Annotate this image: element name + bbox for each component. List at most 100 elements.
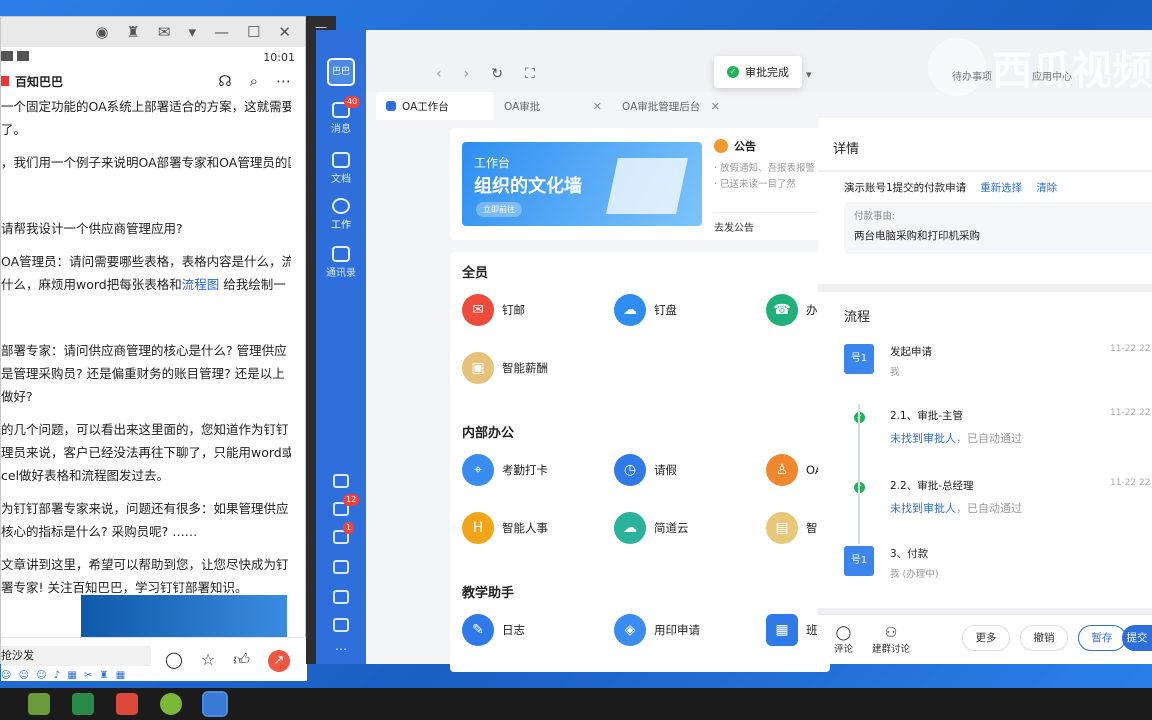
taskbar-app-icon[interactable] xyxy=(28,693,50,715)
minimize-button[interactable]: — xyxy=(214,23,229,41)
app-dingmail[interactable]: ✉ 钉邮 xyxy=(462,294,525,326)
app-journal[interactable]: ✎ 日志 xyxy=(462,614,525,646)
taskbar-app-icon[interactable] xyxy=(160,693,182,715)
article-paragraph: 做好? xyxy=(1,389,33,404)
location-icon: ⌖ xyxy=(462,454,494,486)
apps-icon[interactable] xyxy=(333,618,349,632)
account-logo-icon xyxy=(1,76,9,86)
tab-oa-approval-admin[interactable]: OA审批管理后台 ✕ xyxy=(612,92,730,120)
close-tab-icon[interactable]: ✕ xyxy=(593,100,602,113)
fullscreen-icon[interactable]: ⛶ xyxy=(525,66,535,82)
article-paragraph: 理员来说，客户已经没法再往下聊了，只能用word或 xyxy=(1,445,291,460)
publish-notice-link[interactable]: 去发公告 xyxy=(714,212,834,234)
like-icon[interactable]: 👍︎ xyxy=(233,650,250,672)
group-discussion-button[interactable]: ⚇ 建群讨论 xyxy=(872,625,910,655)
app-attendance[interactable]: ⌖ 考勤打卡 xyxy=(462,454,548,486)
dingtalk-window: 巴巴 消息 40 文档 工作 通讯录 12 1 ⋯ ‹ › ↻ ⛶ ✓ 审批完成 ▾… xyxy=(316,30,1152,672)
comment-input[interactable]: 抢沙发 xyxy=(1,646,151,666)
notice-item: · 放假通知、吾报表报警 xyxy=(714,163,816,174)
app-smart-hr[interactable]: H 智能人事 xyxy=(462,512,548,544)
more-button[interactable]: 更多 xyxy=(962,625,1010,651)
search-icon[interactable]: ⌕ xyxy=(250,72,258,90)
culture-wall-banner[interactable]: 工作台 组织的文化墙 立即前往 xyxy=(462,142,702,226)
user-avatar[interactable]: 巴巴 xyxy=(327,58,355,86)
app-label: 钉邮 xyxy=(502,303,525,317)
todo-icon[interactable]: 12 xyxy=(333,494,360,516)
more-icon[interactable]: ⋯ xyxy=(276,72,291,90)
sidebar-item-messages[interactable]: 消息 40 xyxy=(316,96,366,135)
step-time: 11-22 22 xyxy=(1110,478,1151,488)
section-title: 内部办公 xyxy=(462,426,515,441)
sidebar-item-docs[interactable]: 文档 xyxy=(316,152,366,185)
window-titlebar: ◉ ♜ ✉ ▾ — ☐ ✕ xyxy=(1,17,305,47)
section-title: 全员 xyxy=(462,266,489,281)
app-oa[interactable]: ♙ OA xyxy=(766,454,823,486)
taskbar-app-icon[interactable] xyxy=(116,693,138,715)
article-paragraph: cel做好表格和流程图发过去。 xyxy=(1,468,170,483)
close-tab-icon[interactable]: ✕ xyxy=(711,100,720,113)
submit-button[interactable]: 提交 xyxy=(1122,625,1152,651)
step-status: 未找到审批人，已自动通过 xyxy=(890,430,1022,446)
refresh-icon[interactable]: ↻ xyxy=(491,66,503,82)
app-icon xyxy=(17,50,29,61)
mail-icon[interactable]: ✉ xyxy=(158,23,171,41)
sidebar-item-contacts[interactable]: 通讯录 xyxy=(316,246,366,279)
maximize-button[interactable]: ☐ xyxy=(247,23,260,41)
request-info-card: 演示账号1提交的付款申请 重新选择 清除 付款事由: 两台电脑采购和打印机采购 xyxy=(818,172,1152,284)
user-icon[interactable]: ◉ xyxy=(95,23,108,41)
flowchart-link[interactable]: 流程图 xyxy=(182,277,220,292)
forward-icon[interactable]: › xyxy=(464,66,470,82)
star-icon[interactable]: ☆ xyxy=(201,650,215,672)
save-draft-button[interactable]: 暂存 xyxy=(1078,625,1126,651)
app-dingdisk[interactable]: ☁ 钉盘 xyxy=(614,294,677,326)
clear-link[interactable]: 清除 xyxy=(1036,180,1057,195)
org-dropdown-icon[interactable]: ▾ xyxy=(806,68,812,81)
back-icon[interactable]: ‹ xyxy=(436,66,442,82)
tab-oa-workbench[interactable]: OA工作台 xyxy=(376,92,494,120)
sidebar-item-work[interactable]: 工作 xyxy=(316,198,366,231)
reselect-link[interactable]: 重新选择 xyxy=(980,180,1022,195)
ding-icon[interactable]: 1 xyxy=(333,522,355,544)
emoji-toolbar[interactable]: ☺ ☺ ☺ ♪ ▦ ✂ ♜ ▦ xyxy=(1,670,127,681)
shirt-icon[interactable]: ♜ xyxy=(126,23,139,41)
approver-link[interactable]: 未找到审批人 xyxy=(890,502,956,515)
go-now-button[interactable]: 立即前往 xyxy=(476,202,522,217)
tab-label: OA审批 xyxy=(504,100,541,113)
share-icon[interactable]: ↗ xyxy=(267,650,290,672)
app-salary[interactable]: ▣ 智能薪酬 xyxy=(462,352,548,384)
todo-shortcut[interactable]: 待办事项 xyxy=(952,68,992,83)
approver-link[interactable]: 未找到审批人 xyxy=(890,432,956,445)
step-avatar: 号1 xyxy=(844,344,874,374)
add-group-icon: ⚇ xyxy=(884,625,898,641)
folder-icon: ▤ xyxy=(766,512,798,544)
todo-badge: 12 xyxy=(343,494,360,506)
app-center-shortcut[interactable]: 应用中心 xyxy=(1032,68,1072,83)
dropdown-icon[interactable]: ▾ xyxy=(188,23,196,41)
left-sidebar: 巴巴 消息 40 文档 工作 通讯录 12 1 ⋯ xyxy=(316,30,366,664)
close-button[interactable]: ✕ xyxy=(278,23,291,41)
revoke-button[interactable]: 撤销 xyxy=(1020,625,1068,651)
button-label: 评论 xyxy=(834,644,854,655)
calendar-icon[interactable] xyxy=(333,474,349,488)
article-paragraph: 核心的指标是什么? 采购员呢? …… xyxy=(1,524,198,539)
phone-icon[interactable] xyxy=(333,560,349,574)
comment-button[interactable]: ◯ 评论 xyxy=(834,625,853,655)
comment-icon[interactable]: ◯ xyxy=(165,650,183,672)
detail-footer: ◯ 评论 ⚇ 建群讨论 更多 撤销 暂存 提交 xyxy=(818,614,1152,664)
banner-subtitle: 工作台 xyxy=(474,156,511,170)
article-text: 什么，麻烦用word把每张表格和 xyxy=(1,277,182,292)
mail-icon[interactable] xyxy=(333,590,349,604)
more-icon[interactable]: ⋯ xyxy=(316,642,366,656)
headphones-icon[interactable]: ☊ xyxy=(218,72,231,90)
tab-oa-approval[interactable]: OA审批 ✕ xyxy=(494,92,612,120)
taskbar-dingtalk-icon[interactable] xyxy=(202,691,228,717)
taskbar-app-icon[interactable] xyxy=(72,693,94,715)
tab-label: OA审批管理后台 xyxy=(622,100,701,113)
app-label: 简道云 xyxy=(654,521,689,535)
tab-bar: OA工作台 OA审批 ✕ OA审批管理后台 ✕ xyxy=(376,92,1152,120)
article-paragraph: 部署专家：请问供应商管理的核心是什么? 管理供应 xyxy=(1,343,287,358)
app-leave[interactable]: ◷ 请假 xyxy=(614,454,677,486)
app-seal-request[interactable]: ◈ 用印申请 xyxy=(614,614,700,646)
account-name[interactable]: 百知巴巴 xyxy=(15,73,63,90)
app-jiandaoyun[interactable]: ☁ 简道云 xyxy=(614,512,689,544)
